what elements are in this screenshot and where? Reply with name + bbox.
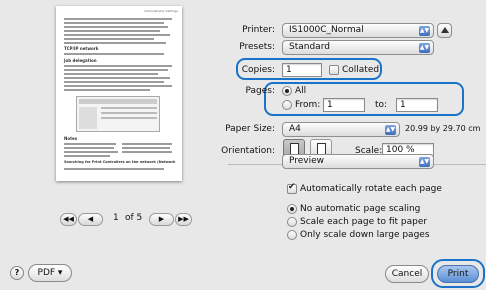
- disclosure-button[interactable]: [437, 23, 452, 38]
- next-page-icon: ▶: [158, 215, 165, 223]
- preview-footer-heading: Searching for Print Controllers on the n…: [64, 160, 176, 164]
- pages-all-radio[interactable]: [282, 86, 292, 96]
- page-preview: Administrator Settings TCP/IP network Jo…: [56, 6, 182, 181]
- pdf-menu-button[interactable]: PDF ▾: [28, 264, 72, 282]
- printer-value: IS1000C_Normal: [289, 25, 364, 35]
- presets-label: Presets:: [239, 42, 275, 52]
- last-page-button[interactable]: ▶▶: [175, 213, 192, 226]
- prev-page-button[interactable]: ◀: [78, 213, 103, 226]
- printer-label: Printer:: [242, 25, 275, 35]
- section-select[interactable]: Preview ▲▼: [282, 154, 434, 169]
- collated-label: Collated: [342, 65, 380, 75]
- pages-to-field[interactable]: 1: [396, 98, 438, 112]
- page-count: of 5: [125, 213, 143, 223]
- stepper-arrows-icon: ▲▼: [419, 26, 430, 36]
- scale-down-radio[interactable]: [287, 230, 297, 240]
- print-button[interactable]: Print: [437, 265, 479, 283]
- paper-size-label: Paper Size:: [225, 124, 275, 134]
- auto-rotate-label: Automatically rotate each page: [300, 184, 442, 194]
- presets-value: Standard: [289, 42, 330, 52]
- pages-from-field[interactable]: 1: [323, 98, 365, 112]
- no-scaling-label: No automatic page scaling: [300, 204, 421, 214]
- pages-to-label: to:: [375, 100, 388, 110]
- preview-header-text: Administrator Settings: [144, 9, 178, 13]
- stepper-arrows-icon: ▲▼: [419, 43, 430, 53]
- orientation-label: Orientation:: [221, 146, 275, 156]
- collated-checkbox[interactable]: [329, 65, 339, 75]
- help-icon: ?: [14, 268, 20, 277]
- fit-paper-radio[interactable]: [287, 217, 297, 227]
- presets-select[interactable]: Standard ▲▼: [282, 40, 434, 55]
- paper-size-value: A4: [289, 124, 301, 134]
- cancel-button[interactable]: Cancel: [385, 265, 429, 283]
- last-page-icon: ▶▶: [178, 215, 189, 223]
- help-button[interactable]: ?: [10, 266, 24, 280]
- paper-size-select[interactable]: A4 ▲▼: [282, 122, 400, 137]
- next-page-button[interactable]: ▶: [149, 213, 174, 226]
- fit-paper-label: Scale each page to fit paper: [300, 217, 428, 227]
- preview-section1-heading: TCP/IP network: [64, 46, 99, 51]
- pages-all-label: All: [295, 86, 307, 96]
- section-value: Preview: [289, 156, 325, 166]
- pages-from-label: From:: [295, 100, 321, 110]
- auto-rotate-checkbox[interactable]: [287, 182, 297, 194]
- preview-figure: [76, 96, 160, 132]
- page-number: 1: [113, 213, 119, 223]
- first-page-icon: ◀◀: [63, 215, 74, 223]
- scale-down-label: Only scale down large pages: [300, 230, 430, 240]
- disclosure-triangle-icon: [441, 27, 449, 33]
- no-scaling-radio[interactable]: [287, 204, 297, 214]
- copies-label: Copies:: [241, 65, 275, 75]
- stepper-arrows-icon: ▲▼: [419, 157, 430, 167]
- first-page-button[interactable]: ◀◀: [60, 213, 77, 226]
- printer-select[interactable]: IS1000C_Normal ▲▼: [282, 23, 434, 38]
- stepper-arrows-icon: ▲▼: [385, 125, 396, 135]
- paper-dimensions: 20.99 by 29.70 cm: [405, 124, 481, 133]
- prev-page-icon: ◀: [87, 215, 94, 223]
- copies-field[interactable]: 1: [282, 63, 322, 77]
- preview-section2-heading: Job delegation: [64, 58, 97, 63]
- preview-notes-label: Notes: [64, 136, 78, 141]
- pages-from-radio[interactable]: [282, 100, 292, 110]
- pages-label: Pages:: [245, 86, 275, 96]
